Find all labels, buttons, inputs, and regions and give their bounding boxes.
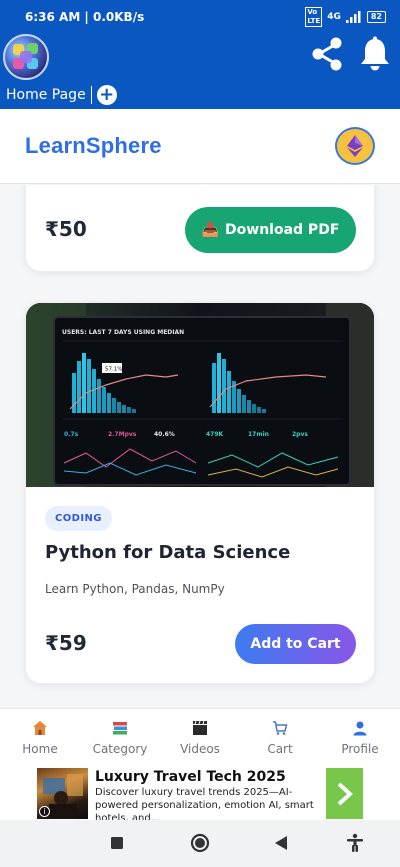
download-tray-icon: 📥 [201, 222, 220, 238]
profile-icon [353, 721, 367, 736]
recents-button[interactable] [106, 832, 128, 854]
back-button[interactable] [270, 832, 292, 854]
add-to-cart-button[interactable]: Add to Cart [235, 624, 356, 664]
content-scroll[interactable]: ₹50 📥 Download PDF USERS: LAST 7 DAYS US… [0, 185, 400, 707]
videos-icon [193, 720, 207, 735]
signal-icon [345, 11, 361, 23]
volte-icon: Vo LTE [305, 7, 323, 27]
nav-label-profile: Profile [341, 742, 379, 756]
network-label: 4G [327, 12, 341, 22]
nav-label-home: Home [22, 742, 58, 756]
back-triangle-icon [275, 836, 287, 850]
square-icon [111, 837, 123, 849]
ad-open-button[interactable] [326, 768, 363, 819]
circle-icon [190, 833, 210, 853]
page-header: LearnSphere [0, 109, 400, 184]
download-pdf-button[interactable]: 📥 Download PDF [185, 207, 356, 253]
metric-label: 2.7Mpvs [108, 431, 137, 438]
metric-label: 0.7s [64, 431, 79, 438]
metric-label: 40.6% [154, 431, 175, 438]
course-title[interactable]: Python for Data Science [45, 542, 290, 563]
analytics-dashboard-image: USERS: LAST 7 DAYS USING MEDIAN 57.1% 0.… [26, 303, 374, 487]
metric-label: 2pvs [292, 431, 308, 438]
metric-label: 17min [248, 431, 269, 438]
accessibility-button[interactable] [344, 832, 366, 854]
brand-title[interactable]: LearnSphere [25, 133, 162, 159]
app-header: Home Page + [0, 34, 400, 109]
nav-item-category[interactable]: Category [80, 709, 160, 768]
ad-info-icon[interactable]: i [39, 806, 50, 817]
home-nav-button[interactable] [189, 832, 211, 854]
home-icon [33, 721, 47, 735]
ad-image[interactable]: i [37, 768, 88, 819]
status-time: 6:36 AM | 0.0KB/s [25, 10, 145, 24]
system-nav-bar [0, 820, 400, 867]
accessibility-icon [347, 833, 363, 852]
nav-label-cart: Cart [267, 742, 293, 756]
dashboard-header: USERS: LAST 7 DAYS USING MEDIAN [62, 329, 184, 336]
nav-label-category: Category [92, 742, 148, 756]
course-card: ₹50 📥 Download PDF [25, 185, 375, 272]
course-description: Learn Python, Pandas, NumPy [45, 582, 225, 596]
app-logo-icon[interactable] [3, 34, 49, 80]
category-badge: CODING [45, 506, 112, 531]
ad-title[interactable]: Luxury Travel Tech 2025 [95, 769, 286, 785]
nav-item-videos[interactable]: Videos [160, 709, 240, 768]
course-price: ₹59 [45, 631, 87, 655]
tab-home-page[interactable]: Home Page [0, 86, 92, 104]
notification-bell-icon[interactable] [358, 36, 392, 72]
nav-label-videos: Videos [180, 742, 220, 756]
download-pdf-label: Download PDF [225, 222, 340, 238]
course-price: ₹50 [45, 217, 87, 241]
nav-item-home[interactable]: Home [0, 709, 80, 768]
ad-banner[interactable]: i Luxury Travel Tech 2025 Discover luxur… [0, 768, 400, 824]
screen: 6:36 AM | 0.0KB/s Vo LTE 4G 82 Home Page… [0, 0, 400, 867]
status-icons: Vo LTE 4G 82 [305, 7, 386, 27]
category-icon [113, 722, 127, 735]
nav-item-profile[interactable]: Profile [320, 709, 400, 768]
course-card-python[interactable]: USERS: LAST 7 DAYS USING MEDIAN 57.1% 0.… [25, 302, 375, 684]
chevron-right-icon [337, 782, 353, 805]
bottom-nav: Home Category Videos Cart Profile [0, 708, 400, 768]
cart-icon [273, 721, 288, 735]
battery-icon: 82 [366, 11, 386, 23]
callout-value: 57.1% [105, 367, 122, 373]
ethereum-wallet-icon[interactable] [335, 127, 375, 165]
status-bar: 6:36 AM | 0.0KB/s Vo LTE 4G 82 [0, 0, 400, 34]
add-tab-button[interactable]: + [96, 85, 117, 105]
course-thumbnail: USERS: LAST 7 DAYS USING MEDIAN 57.1% 0.… [26, 303, 374, 487]
nav-item-cart[interactable]: Cart [240, 709, 320, 768]
metric-label: 479K [206, 431, 224, 438]
tab-strip: Home Page + [0, 84, 117, 106]
share-icon[interactable] [309, 36, 345, 72]
